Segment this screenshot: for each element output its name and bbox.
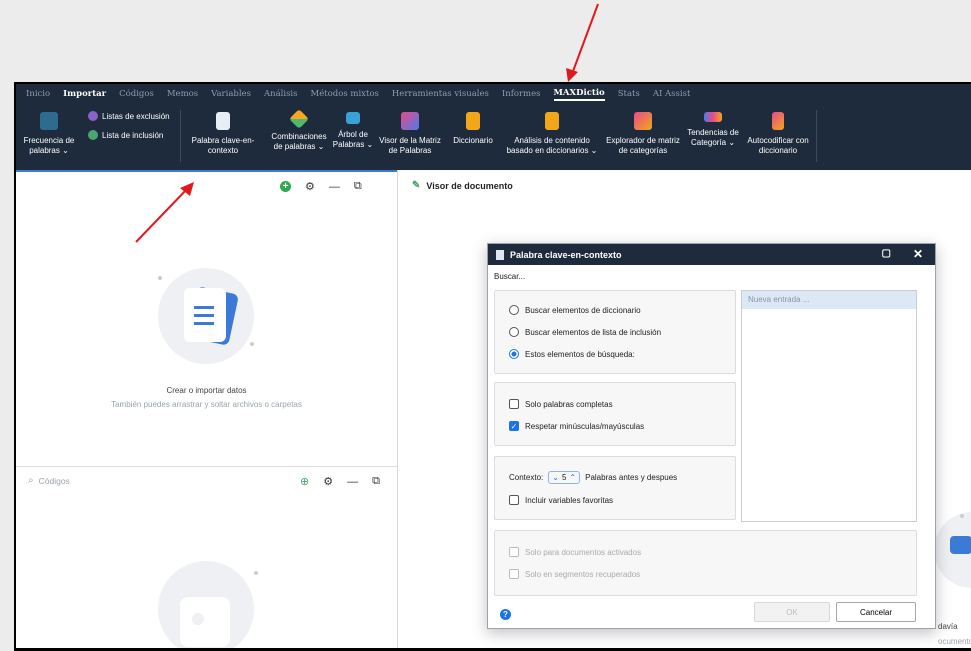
radio-diccionario[interactable]: Buscar elementos de diccionario	[509, 305, 641, 315]
match-options-group: Solo palabras completas ✓ Respetar minúsc…	[494, 382, 736, 446]
check-palabras-completas[interactable]: Solo palabras completas	[509, 399, 613, 409]
word-tree-icon	[346, 112, 360, 124]
category-matrix-icon	[634, 112, 652, 130]
search-mode-group: Buscar elementos de diccionario Buscar e…	[494, 290, 736, 374]
menu-herramientas-visuales[interactable]: Herramientas visuales	[392, 89, 489, 99]
check-segmentos-recuperados[interactable]: Solo en segmentos recuperados	[509, 569, 640, 579]
chevron-up-icon[interactable]: ⌃	[569, 473, 576, 482]
listas-exclusion-button[interactable]: Listas de exclusión	[88, 111, 170, 121]
ribbon-separator	[816, 110, 817, 162]
word-frequency-icon	[40, 112, 58, 130]
codes-search-input[interactable]: ⌕ Códigos	[28, 475, 70, 486]
context-group: Contexto: ⌄ 5 ⌃ Palabras antes y despues…	[494, 456, 736, 520]
buscar-label: Buscar...	[494, 272, 526, 281]
empty-codes-illustration	[158, 561, 258, 648]
palabra-clave-button[interactable]: Palabra clave-en-contexto	[184, 112, 262, 156]
edit-icon: ✎	[412, 180, 421, 191]
empty-title: Crear o importar datos	[166, 386, 247, 395]
empty-subtitle: También puedes arrastrar y soltar archiv…	[111, 400, 302, 409]
document-system-pane: + ⚙ — ⧉ Crear o importar datos También p…	[16, 170, 397, 466]
partial-text-1: davía	[938, 622, 958, 631]
kwic-dialog: Palabra clave-en-contexto ▢ ✕ Buscar... …	[487, 243, 936, 629]
frecuencia-palabras-button[interactable]: Frecuencia de palabras ⌄	[18, 112, 80, 156]
analisis-contenido-button[interactable]: Análisis de contenido basado en dicciona…	[500, 112, 604, 156]
menu-analisis[interactable]: Análisis	[264, 89, 298, 99]
document-viewer-title: ✎ Visor de documento	[412, 180, 513, 191]
visor-matriz-button[interactable]: Visor de la Matriz de Palabras	[374, 112, 446, 156]
menu-codigos[interactable]: Códigos	[119, 89, 154, 99]
inclusion-list-icon	[88, 130, 98, 140]
category-trends-icon	[704, 112, 722, 122]
word-matrix-icon	[401, 112, 419, 130]
context-row: Contexto: ⌄ 5 ⌃ Palabras antes y despues	[509, 471, 678, 484]
menu-inicio[interactable]: Inicio	[26, 89, 50, 99]
code-system-pane: ⌕ Códigos ⊕ ⚙ — ⧉	[16, 466, 397, 648]
search-icon: ⌕	[28, 475, 34, 486]
pane-toolbar: + ⚙ — ⧉	[280, 180, 362, 193]
check-variables-favoritas[interactable]: Incluir variables favoritas	[509, 495, 613, 505]
partial-illustration	[934, 512, 971, 588]
new-entry-row[interactable]: Nueva entrada ...	[742, 291, 916, 309]
chevron-down-icon[interactable]: ⌄	[552, 473, 559, 482]
menu-variables[interactable]: Variables	[211, 89, 251, 99]
minimize-icon[interactable]: —	[329, 181, 340, 193]
tendencias-categoria-button[interactable]: Tendencias de Categoría ⌄	[684, 112, 742, 148]
search-entries-list[interactable]: Nueva entrada ...	[741, 290, 917, 522]
ribbon: Frecuencia de palabras ⌄ Listas de exclu…	[16, 104, 971, 170]
check-documentos-activados[interactable]: Solo para documentos activados	[509, 547, 641, 557]
menu-stats[interactable]: Stats	[618, 89, 640, 99]
radio-lista-inclusion[interactable]: Buscar elementos de lista de inclusión	[509, 327, 661, 337]
radio-estos-elementos[interactable]: Estos elementos de búsqueda:	[509, 349, 635, 359]
lista-inclusion-button[interactable]: Lista de inclusión	[88, 130, 163, 140]
menu-bar: Inicio Importar Códigos Memos Variables …	[16, 84, 971, 104]
gear-icon[interactable]: ⚙	[305, 180, 315, 193]
word-combinations-icon	[289, 109, 309, 129]
empty-document-illustration	[158, 268, 254, 364]
check-respetar-mayusculas[interactable]: ✓ Respetar minúsculas/mayúsculas	[509, 421, 644, 431]
close-icon[interactable]: ✕	[913, 247, 923, 261]
add-icon[interactable]: +	[280, 181, 291, 192]
arbol-palabras-button[interactable]: Árbol de Palabras ⌄	[332, 112, 374, 150]
maximize-icon[interactable]: ▢	[882, 248, 891, 259]
minimize-icon[interactable]: —	[347, 476, 358, 488]
cancel-button[interactable]: Cancelar	[836, 602, 916, 622]
menu-informes[interactable]: Informes	[502, 89, 541, 99]
document-icon	[496, 249, 504, 260]
autocode-icon	[772, 112, 784, 130]
menu-ai-assist[interactable]: AI Assist	[653, 89, 691, 99]
gear-icon[interactable]: ⚙	[323, 475, 333, 488]
menu-metodos-mixtos[interactable]: Métodos mixtos	[311, 89, 379, 99]
diccionario-button[interactable]: Diccionario	[448, 112, 498, 146]
restriction-group: Solo para documentos activados Solo en s…	[494, 530, 917, 596]
undock-icon[interactable]: ⧉	[372, 475, 380, 488]
menu-memos[interactable]: Memos	[167, 89, 198, 99]
explorador-matriz-button[interactable]: Explorador de matriz de categorías	[602, 112, 684, 156]
undock-icon[interactable]: ⧉	[354, 180, 362, 193]
new-code-icon[interactable]: ⊕	[300, 475, 309, 488]
ribbon-separator	[180, 110, 181, 162]
pane-toolbar: ⊕ ⚙ — ⧉	[286, 475, 380, 488]
context-stepper[interactable]: ⌄ 5 ⌃	[548, 471, 581, 484]
annotation-arrow-top	[566, 3, 599, 82]
dialog-titlebar: Palabra clave-en-contexto ▢ ✕	[488, 244, 935, 265]
exclusion-list-icon	[88, 111, 98, 121]
combinaciones-button[interactable]: Combinaciones de palabras ⌄	[266, 109, 332, 152]
menu-importar[interactable]: Importar	[63, 89, 106, 99]
help-icon[interactable]: ?	[500, 609, 511, 620]
menu-maxdictio[interactable]: MAXDictio	[553, 88, 605, 101]
autocodificar-button[interactable]: Autocodificar con diccionario	[740, 112, 816, 156]
dictionary-analysis-icon	[545, 112, 559, 130]
partial-text-2: ocumento	[938, 637, 971, 646]
dictionary-icon	[466, 112, 480, 130]
ok-button[interactable]: OK	[754, 602, 830, 622]
document-list-icon	[216, 112, 230, 130]
